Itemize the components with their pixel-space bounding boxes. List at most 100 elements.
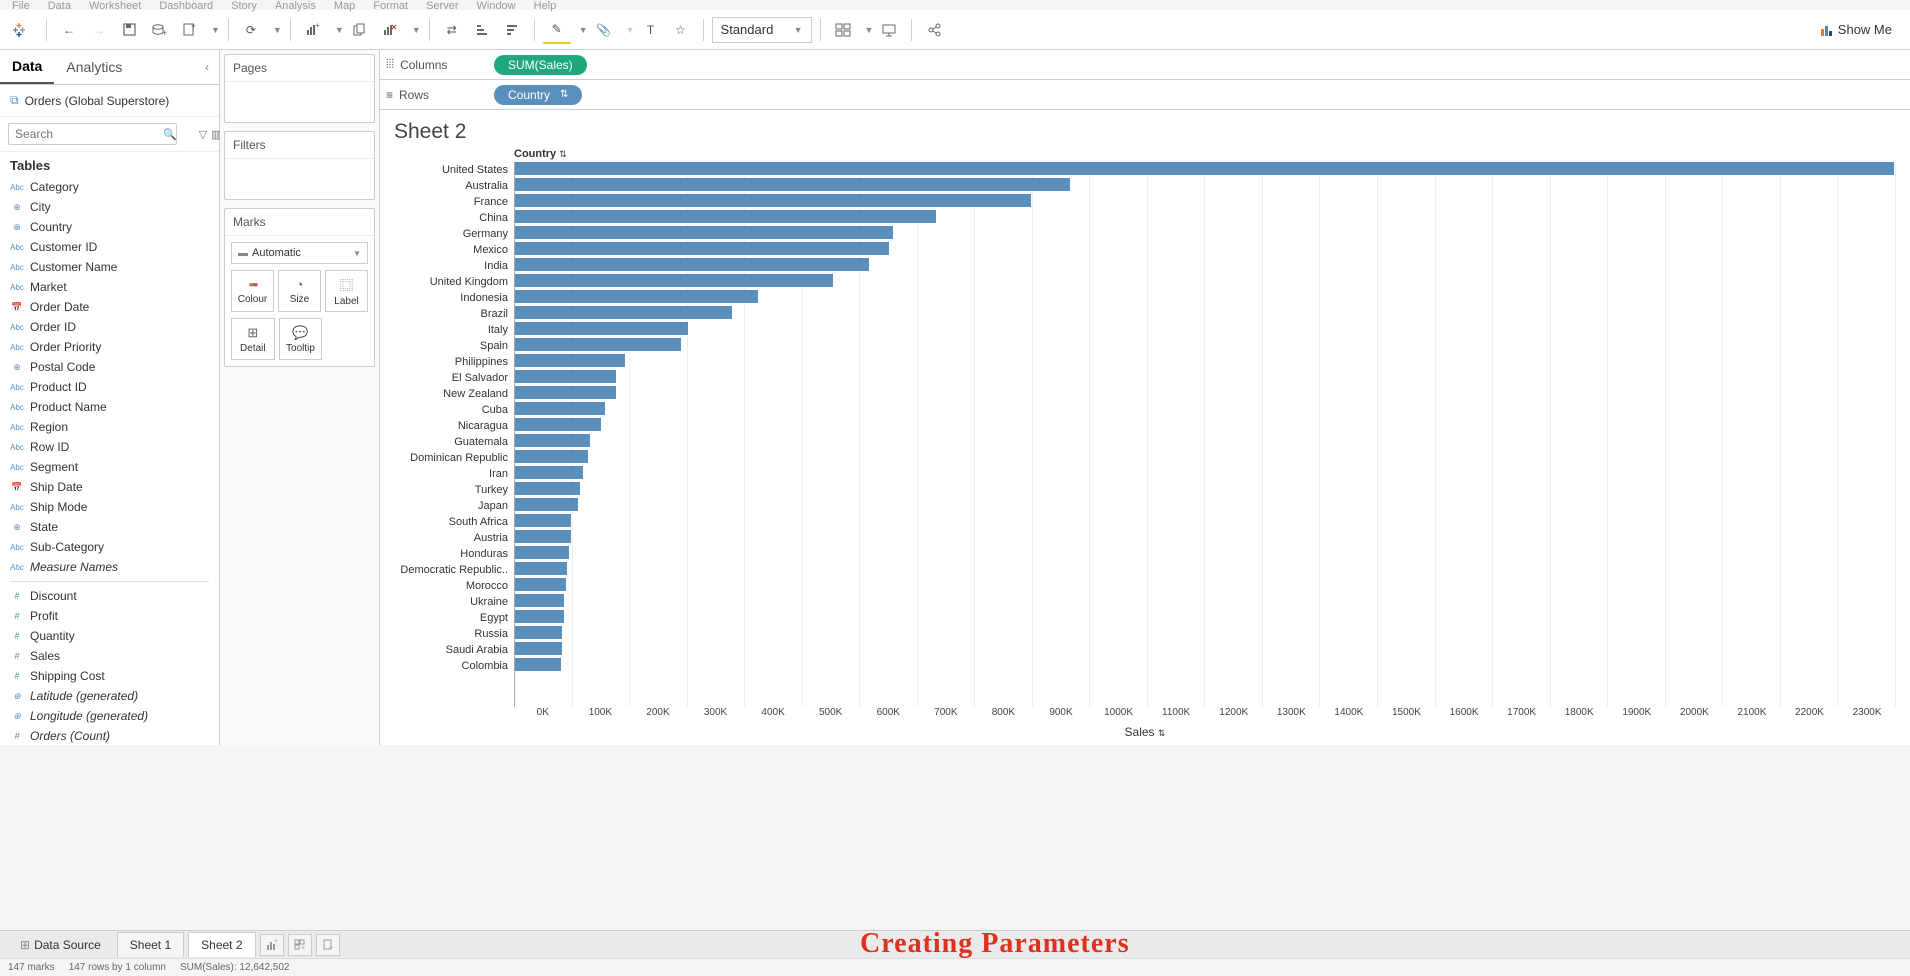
menu-file[interactable]: File	[12, 0, 30, 12]
new-story-tab[interactable]: +	[316, 934, 340, 956]
back-button[interactable]: ←	[55, 16, 83, 44]
sheet-title[interactable]: Sheet 2	[380, 110, 1910, 148]
rows-shelf[interactable]: ≡Rows Country⇅	[380, 80, 1910, 110]
chevron-down-icon[interactable]: ▼	[273, 25, 282, 35]
bar[interactable]	[515, 578, 566, 591]
new-data-button[interactable]: +	[145, 16, 173, 44]
tab-sheet2[interactable]: Sheet 2	[188, 932, 255, 957]
search-input[interactable]	[8, 123, 177, 145]
pages-shelf[interactable]: Pages	[224, 54, 375, 123]
menu-server[interactable]: Server	[426, 0, 458, 12]
bar[interactable]	[515, 450, 588, 463]
bar[interactable]	[515, 402, 605, 415]
bar[interactable]	[515, 562, 567, 575]
bar[interactable]	[515, 658, 561, 671]
refresh-button[interactable]: ⟳	[237, 16, 265, 44]
bar[interactable]	[515, 418, 601, 431]
colour-button[interactable]: •••Colour	[231, 270, 274, 312]
bar[interactable]	[515, 290, 758, 303]
bar[interactable]	[515, 162, 1894, 175]
bar[interactable]	[515, 530, 571, 543]
marks-card[interactable]: Marks ▬Automatic ▼ •••Colour ◔Size ⿴Labe…	[224, 208, 375, 367]
bar[interactable]	[515, 370, 616, 383]
menu-map[interactable]: Map	[334, 0, 355, 12]
datasource-row[interactable]: ⧉ Orders (Global Superstore)	[0, 85, 219, 117]
field-category[interactable]: AbcCategory	[0, 177, 219, 197]
sort-asc-button[interactable]	[468, 16, 496, 44]
field-measure-names[interactable]: AbcMeasure Names	[0, 557, 219, 577]
field-list[interactable]: AbcCategory⊕City⊕CountryAbcCustomer ID Ab…	[0, 177, 219, 745]
chevron-down-icon[interactable]: ▼	[211, 25, 220, 35]
tooltip-button[interactable]: 💬Tooltip	[279, 318, 323, 360]
clear-button[interactable]	[376, 16, 404, 44]
detail-button[interactable]: ⊞Detail	[231, 318, 275, 360]
filter-fields-icon[interactable]: ▽	[199, 125, 207, 143]
label-button[interactable]: T	[637, 16, 665, 44]
save-button[interactable]	[115, 16, 143, 44]
field-order-date[interactable]: 📅Order Date	[0, 297, 219, 317]
field-customer-id[interactable]: AbcCustomer ID	[0, 237, 219, 257]
field-row-id[interactable]: AbcRow ID	[0, 437, 219, 457]
bar[interactable]	[515, 354, 625, 367]
field-profit[interactable]: #Profit	[0, 606, 219, 626]
field-state[interactable]: ⊕State	[0, 517, 219, 537]
bar[interactable]	[515, 322, 688, 335]
tab-analytics[interactable]: Analytics	[54, 51, 134, 83]
tab-data-source[interactable]: ⊞Data Source	[8, 933, 113, 957]
field-product-name[interactable]: AbcProduct Name	[0, 397, 219, 417]
field-city[interactable]: ⊕City	[0, 197, 219, 217]
collapse-pane-icon[interactable]: ‹	[195, 54, 219, 80]
new-worksheet-tab[interactable]: +	[260, 934, 284, 956]
duplicate-button[interactable]	[346, 16, 374, 44]
bar[interactable]	[515, 226, 893, 239]
bar[interactable]	[515, 466, 583, 479]
rows-pill[interactable]: Country⇅	[494, 85, 582, 105]
bar[interactable]	[515, 610, 564, 623]
pin-button[interactable]: ☆	[667, 16, 695, 44]
chart[interactable]: Country ⇅ United StatesAustraliaFranceCh…	[380, 148, 1910, 745]
field-sub-category[interactable]: AbcSub-Category	[0, 537, 219, 557]
swap-button[interactable]: +	[299, 16, 327, 44]
menu-data[interactable]: Data	[48, 0, 71, 12]
field-order-priority[interactable]: AbcOrder Priority	[0, 337, 219, 357]
new-worksheet-button[interactable]: +	[175, 16, 203, 44]
field-ship-mode[interactable]: AbcShip Mode	[0, 497, 219, 517]
field-segment[interactable]: AbcSegment	[0, 457, 219, 477]
bar[interactable]	[515, 514, 571, 527]
field-quantity[interactable]: #Quantity	[0, 626, 219, 646]
bar[interactable]	[515, 498, 578, 511]
bar[interactable]	[515, 626, 562, 639]
bar[interactable]	[515, 546, 569, 559]
group-button[interactable]: 📎	[590, 16, 618, 44]
menu-worksheet[interactable]: Worksheet	[89, 0, 141, 12]
sort-swap-button[interactable]: ⇄	[438, 16, 466, 44]
menu-format[interactable]: Format	[373, 0, 408, 12]
field-shipping-cost[interactable]: #Shipping Cost	[0, 666, 219, 686]
marks-type-dropdown[interactable]: ▬Automatic ▼	[231, 242, 368, 264]
tableau-logo-icon[interactable]	[8, 19, 30, 41]
bar[interactable]	[515, 258, 869, 271]
field-postal-code[interactable]: ⊕Postal Code	[0, 357, 219, 377]
new-dashboard-tab[interactable]: +	[288, 934, 312, 956]
menu-analysis[interactable]: Analysis	[275, 0, 316, 12]
show-cards-button[interactable]	[829, 16, 857, 44]
field-discount[interactable]: #Discount	[0, 586, 219, 606]
forward-button[interactable]: →	[85, 16, 113, 44]
columns-shelf[interactable]: ⦙⦙⦙Columns SUM(Sales)	[380, 50, 1910, 80]
field-orders-count-[interactable]: #Orders (Count)	[0, 726, 219, 745]
field-market[interactable]: AbcMarket	[0, 277, 219, 297]
sort-desc-button[interactable]	[498, 16, 526, 44]
menu-window[interactable]: Window	[477, 0, 516, 12]
bar[interactable]	[515, 482, 580, 495]
bar[interactable]	[515, 306, 732, 319]
bar[interactable]	[515, 386, 616, 399]
field-ship-date[interactable]: 📅Ship Date	[0, 477, 219, 497]
field-country[interactable]: ⊕Country	[0, 217, 219, 237]
tab-data[interactable]: Data	[0, 50, 54, 84]
field-latitude-generated-[interactable]: ⊕Latitude (generated)	[0, 686, 219, 706]
bar[interactable]	[515, 274, 833, 287]
menu-help[interactable]: Help	[534, 0, 557, 12]
field-order-id[interactable]: AbcOrder ID	[0, 317, 219, 337]
field-longitude-generated-[interactable]: ⊕Longitude (generated)	[0, 706, 219, 726]
field-region[interactable]: AbcRegion	[0, 417, 219, 437]
